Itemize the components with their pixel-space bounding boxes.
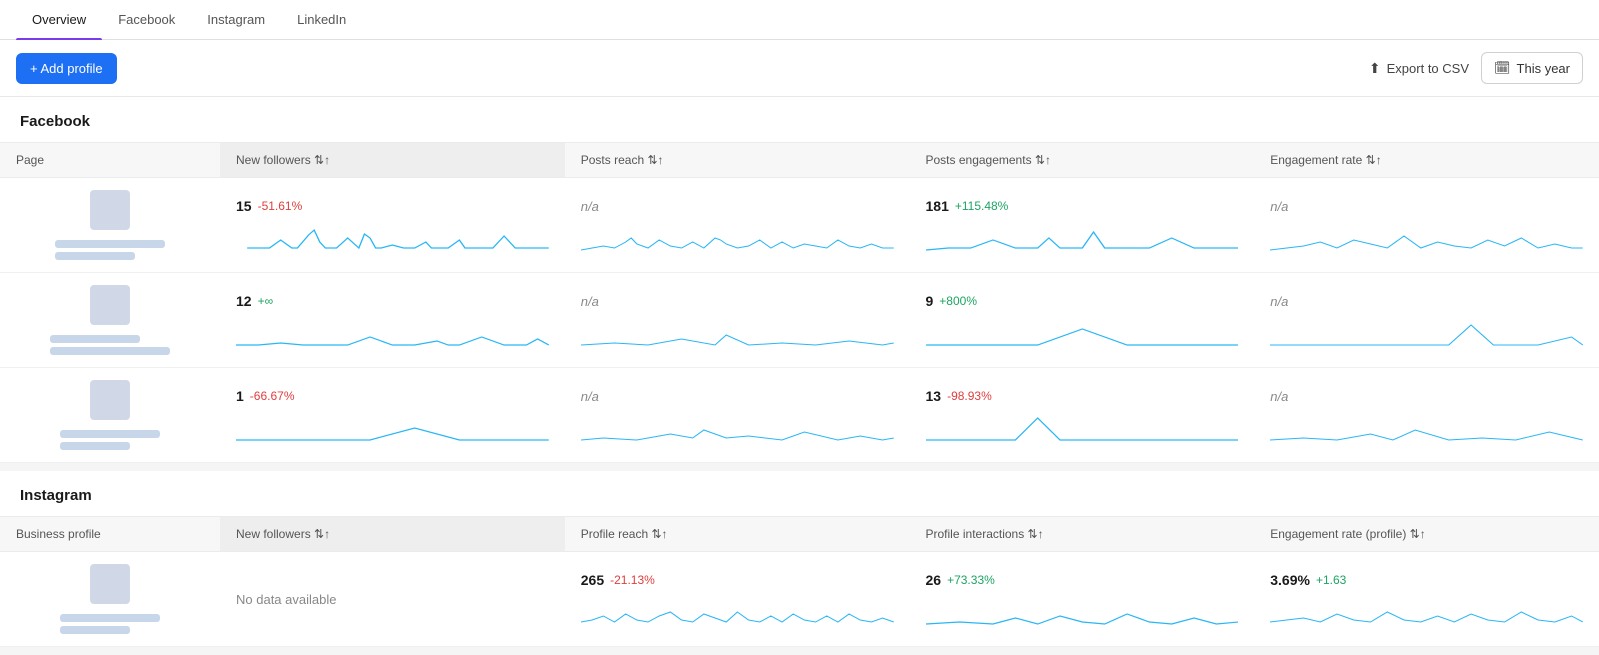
fb-row1-posts-reach: n/a	[565, 187, 910, 264]
fb-row2-thumb	[90, 285, 130, 325]
export-csv-button[interactable]: ⬆ Export to CSV	[1369, 60, 1469, 77]
fb-row1-er-spark	[1270, 220, 1583, 252]
name-line-2	[60, 626, 130, 634]
name-line-1	[60, 614, 160, 622]
nav-tab-instagram[interactable]: Instagram	[191, 0, 281, 39]
fb-row2-er-spark	[1270, 315, 1583, 347]
ig-row1-page	[0, 552, 220, 646]
fb-col-page: Page	[0, 143, 220, 177]
fb-row3-pe-spark	[926, 410, 1239, 442]
name-line-1	[60, 430, 160, 438]
fb-row1-name	[55, 240, 165, 260]
upload-icon: ⬆	[1369, 60, 1381, 77]
fb-row-3: 1 -66.67% n/a	[0, 368, 1599, 463]
fb-row1-posts-engagements: 181 +115.48%	[910, 186, 1255, 264]
fb-row2-posts-engagements: 9 +800%	[910, 281, 1255, 359]
ig-row1-name	[60, 614, 160, 634]
ig-row1-new-followers: No data available	[220, 580, 565, 619]
fb-row3-thumb	[90, 380, 130, 420]
toolbar: + Add profile ⬆ Export to CSV 🗓 This yea…	[0, 40, 1599, 97]
fb-row1-engagement-rate: n/a	[1254, 187, 1599, 264]
ig-row1-pi-spark	[926, 594, 1239, 626]
fb-row3-new-followers: 1 -66.67%	[220, 376, 565, 454]
facebook-col-headers: Page New followers ⇅↑ Posts reach ⇅↑ Pos…	[0, 142, 1599, 178]
ig-row1-er-spark	[1270, 594, 1583, 626]
fb-row3-posts-engagements: 13 -98.93%	[910, 376, 1255, 454]
fb-row2-nf-spark	[236, 315, 549, 347]
ig-col-profile: Business profile	[0, 517, 220, 551]
instagram-table: Business profile New followers ⇅↑ Profil…	[0, 516, 1599, 647]
facebook-table: Page New followers ⇅↑ Posts reach ⇅↑ Pos…	[0, 142, 1599, 463]
fb-col-posts-engagements[interactable]: Posts engagements ⇅↑	[910, 143, 1255, 177]
fb-row2-new-followers: 12 +∞	[220, 281, 565, 359]
fb-row1-nf-spark	[236, 220, 549, 252]
fb-row3-er-spark	[1270, 410, 1583, 442]
nav-tabs: Overview Facebook Instagram LinkedIn	[16, 0, 362, 39]
fb-row1-pe-spark	[926, 220, 1239, 252]
fb-row3-page	[0, 368, 220, 462]
fb-col-posts-reach[interactable]: Posts reach ⇅↑	[565, 143, 910, 177]
add-profile-button[interactable]: + Add profile	[16, 53, 117, 84]
fb-row2-name	[50, 335, 170, 355]
fb-row1-pr-spark	[581, 220, 894, 252]
top-navigation: Overview Facebook Instagram LinkedIn	[0, 0, 1599, 40]
ig-col-profile-reach[interactable]: Profile reach ⇅↑	[565, 517, 910, 551]
fb-row-1: 15 -51.61% n/a	[0, 178, 1599, 273]
instagram-section-title: Instagram	[0, 471, 1599, 516]
ig-row-1: No data available 265 -21.13% 26 +73.33%	[0, 552, 1599, 647]
fb-row3-nf-spark	[236, 410, 549, 442]
date-range-button[interactable]: 🗓 This year	[1481, 52, 1583, 84]
fb-row1-page	[0, 178, 220, 272]
instagram-col-headers: Business profile New followers ⇅↑ Profil…	[0, 516, 1599, 552]
nav-tab-facebook[interactable]: Facebook	[102, 0, 191, 39]
fb-row1-thumb	[90, 190, 130, 230]
fb-row3-pr-spark	[581, 410, 894, 442]
nav-tab-linkedin[interactable]: LinkedIn	[281, 0, 362, 39]
fb-row2-pr-spark	[581, 315, 894, 347]
fb-row2-engagement-rate: n/a	[1254, 282, 1599, 359]
fb-col-new-followers[interactable]: New followers ⇅↑	[220, 143, 565, 177]
fb-row2-posts-reach: n/a	[565, 282, 910, 359]
toolbar-right: ⬆ Export to CSV 🗓 This year	[1369, 52, 1583, 84]
date-range-label: This year	[1517, 61, 1570, 76]
ig-row1-pr-spark	[581, 594, 894, 626]
fb-row3-posts-reach: n/a	[565, 377, 910, 454]
name-line-2	[55, 252, 135, 260]
fb-row2-pe-spark	[926, 315, 1239, 347]
fb-row2-page	[0, 273, 220, 367]
instagram-section: Instagram Business profile New followers…	[0, 471, 1599, 647]
export-label: Export to CSV	[1387, 61, 1469, 76]
name-line-1	[55, 240, 165, 248]
name-line-2	[60, 442, 130, 450]
ig-col-engagement-rate[interactable]: Engagement rate (profile) ⇅↑	[1254, 517, 1599, 551]
name-line-1	[50, 335, 140, 343]
calendar-icon: 🗓	[1494, 60, 1511, 76]
nav-tab-overview[interactable]: Overview	[16, 0, 102, 39]
fb-col-engagement-rate[interactable]: Engagement rate ⇅↑	[1254, 143, 1599, 177]
fb-row-2: 12 +∞ n/a	[0, 273, 1599, 368]
ig-col-profile-interactions[interactable]: Profile interactions ⇅↑	[910, 517, 1255, 551]
ig-row1-thumb	[90, 564, 130, 604]
facebook-section: Facebook Page New followers ⇅↑ Posts rea…	[0, 97, 1599, 463]
fb-row1-new-followers: 15 -51.61%	[220, 186, 565, 264]
ig-col-new-followers[interactable]: New followers ⇅↑	[220, 517, 565, 551]
facebook-section-title: Facebook	[0, 97, 1599, 142]
fb-row3-name	[60, 430, 160, 450]
fb-row3-engagement-rate: n/a	[1254, 377, 1599, 454]
name-line-2	[50, 347, 170, 355]
